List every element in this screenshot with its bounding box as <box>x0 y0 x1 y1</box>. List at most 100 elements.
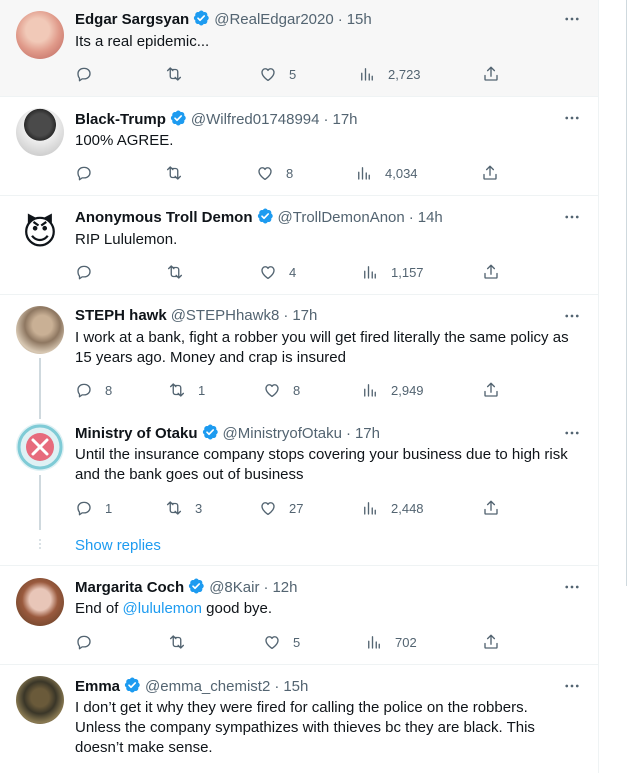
reply-button[interactable] <box>75 262 93 282</box>
tweet-card[interactable]: 😈 Anonymous Troll Demon @TrollDemonAnon · 1… <box>0 196 598 295</box>
author-handle[interactable]: @8Kair <box>209 579 259 596</box>
retweet-button[interactable] <box>165 163 183 183</box>
retweet-button[interactable] <box>166 262 184 282</box>
separator: · <box>337 11 343 28</box>
author-name[interactable]: Edgar Sargsyan <box>75 11 189 28</box>
author-name[interactable]: Emma <box>75 678 120 695</box>
author-name[interactable]: Margarita Coch <box>75 579 184 596</box>
avatar[interactable] <box>16 11 64 59</box>
tweet-card[interactable]: Emma @emma_chemist2 · 15h I don’t get it wh… <box>0 665 598 773</box>
retweet-icon <box>168 381 186 399</box>
like-button[interactable]: 27 <box>259 498 303 518</box>
author-name[interactable]: Ministry of Otaku <box>75 425 198 442</box>
tweet-card[interactable]: Ministry of Otaku @MinistryofOtaku · 17h Un… <box>0 413 598 530</box>
more-icon[interactable] <box>562 207 582 227</box>
author-handle[interactable]: @RealEdgar2020 <box>214 11 333 28</box>
avatar[interactable] <box>16 423 64 471</box>
author-handle[interactable]: @STEPHhawk8 <box>171 307 280 324</box>
timestamp[interactable]: 17h <box>292 307 317 324</box>
retweet-count: 3 <box>195 500 203 516</box>
share-icon <box>482 65 500 83</box>
thread-dots <box>38 537 42 555</box>
mention-link[interactable]: @lululemon <box>123 600 202 617</box>
like-button[interactable]: 5 <box>259 64 296 84</box>
like-icon <box>263 633 281 651</box>
author-handle[interactable]: @MinistryofOtaku <box>223 425 342 442</box>
reply-button[interactable] <box>75 632 93 652</box>
more-icon[interactable] <box>562 9 582 29</box>
retweet-button[interactable] <box>165 64 183 84</box>
reply-button[interactable] <box>75 64 93 84</box>
timestamp[interactable]: 15h <box>347 11 372 28</box>
thread-line <box>39 413 41 419</box>
more-icon[interactable] <box>562 306 582 326</box>
retweet-button[interactable]: 3 <box>165 498 202 518</box>
author-handle[interactable]: @Wilfred01748994 <box>191 111 320 128</box>
avatar[interactable] <box>16 108 64 156</box>
share-button[interactable] <box>481 163 499 183</box>
views-count: 2,949 <box>391 382 424 398</box>
views-button[interactable]: 1,157 <box>361 262 424 282</box>
more-icon[interactable] <box>562 108 582 128</box>
separator: · <box>283 307 289 324</box>
tweet-card[interactable]: Edgar Sargsyan @RealEdgar2020 · 15h Its a r… <box>0 0 598 97</box>
reply-button[interactable]: 8 <box>75 380 112 400</box>
retweet-icon <box>168 633 186 651</box>
devil-face-icon: 😈 <box>22 214 58 252</box>
author-name[interactable]: STEPH hawk <box>75 307 167 324</box>
retweet-button[interactable]: 1 <box>168 380 205 400</box>
timestamp[interactable]: 17h <box>333 111 358 128</box>
like-count: 8 <box>293 382 301 398</box>
avatar[interactable] <box>16 306 64 354</box>
views-button[interactable]: 4,034 <box>355 163 418 183</box>
views-icon <box>355 164 373 182</box>
views-button[interactable]: 2,448 <box>361 498 424 518</box>
like-button[interactable]: 4 <box>259 262 296 282</box>
like-button[interactable]: 5 <box>263 632 300 652</box>
share-button[interactable] <box>482 498 500 518</box>
views-button[interactable]: 2,949 <box>361 380 424 400</box>
avatar[interactable] <box>16 578 64 626</box>
like-icon <box>256 164 274 182</box>
views-button[interactable]: 2,723 <box>358 64 421 84</box>
like-button[interactable]: 8 <box>256 163 293 183</box>
tweet-header: Margarita Coch @8Kair · 12h <box>75 577 297 597</box>
show-replies-link[interactable]: Show replies <box>75 536 161 556</box>
retweet-button[interactable] <box>168 632 186 652</box>
tweet-card[interactable]: Margarita Coch @8Kair · 12h End of @lululem… <box>0 566 598 665</box>
author-handle[interactable]: @TrollDemonAnon <box>278 209 405 226</box>
action-bar: 5 702 <box>75 632 505 652</box>
tweet-card[interactable]: Black-Trump @Wilfred01748994 · 17h 100% AGR… <box>0 97 598 196</box>
more-icon[interactable] <box>562 423 582 443</box>
retweet-icon <box>165 65 183 83</box>
author-name[interactable]: Black-Trump <box>75 111 166 128</box>
reply-button[interactable] <box>75 163 93 183</box>
thread-line <box>39 358 41 413</box>
tweet-text: Its a real epidemic... <box>75 33 210 50</box>
share-button[interactable] <box>482 632 500 652</box>
timestamp[interactable]: 15h <box>283 678 308 695</box>
tweet-header: Ministry of Otaku @MinistryofOtaku · 17h <box>75 423 380 443</box>
share-button[interactable] <box>482 380 500 400</box>
timestamp[interactable]: 17h <box>355 425 380 442</box>
more-icon[interactable] <box>562 676 582 696</box>
retweet-count: 1 <box>198 382 206 398</box>
tweet-card[interactable]: STEPH hawk @STEPHhawk8 · 17h I work at a ba… <box>0 295 598 413</box>
views-icon <box>365 633 383 651</box>
reply-button[interactable]: 1 <box>75 498 112 518</box>
share-button[interactable] <box>482 262 500 282</box>
like-button[interactable]: 8 <box>263 380 300 400</box>
avatar[interactable]: 😈 <box>16 209 64 257</box>
share-button[interactable] <box>482 64 500 84</box>
reply-icon <box>75 499 93 517</box>
views-button[interactable]: 702 <box>365 632 417 652</box>
timestamp[interactable]: 12h <box>272 579 297 596</box>
like-count: 5 <box>289 66 297 82</box>
author-name[interactable]: Anonymous Troll Demon <box>75 209 253 226</box>
verified-badge-icon <box>201 423 219 441</box>
timestamp[interactable]: 14h <box>418 209 443 226</box>
author-handle[interactable]: @emma_chemist2 <box>145 678 270 695</box>
separator: · <box>345 425 351 442</box>
avatar[interactable] <box>16 676 64 724</box>
more-icon[interactable] <box>562 577 582 597</box>
